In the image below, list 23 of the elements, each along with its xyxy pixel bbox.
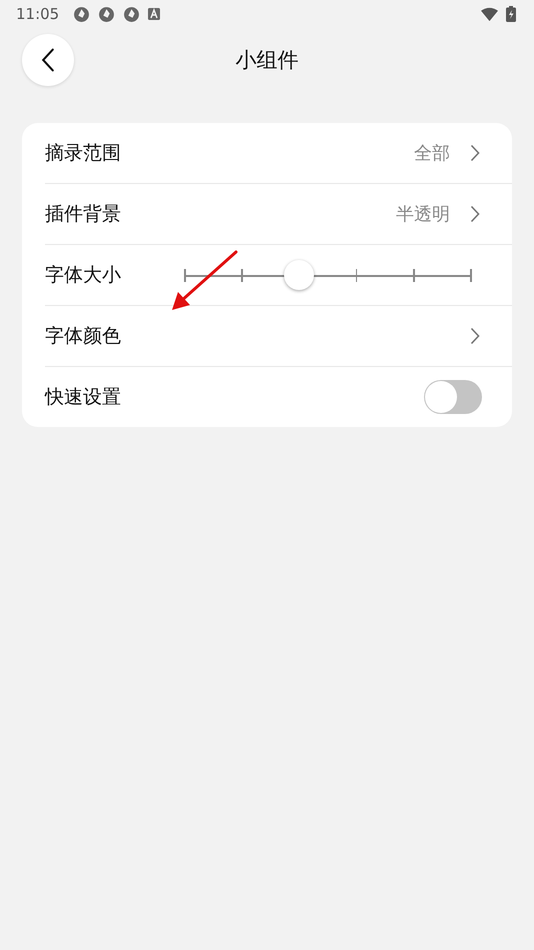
toggle-switch[interactable] <box>424 380 482 414</box>
setting-value: 全部 <box>414 142 450 165</box>
chevron-right-icon[interactable] <box>470 205 480 223</box>
back-icon <box>40 47 56 73</box>
slider-thumb[interactable] <box>284 260 314 290</box>
page-title: 小组件 <box>236 47 298 74</box>
font-size-slider[interactable] <box>185 260 471 290</box>
setting-label: 字体颜色 <box>45 324 121 349</box>
aperture-icon <box>98 6 116 22</box>
chevron-right-icon[interactable] <box>470 144 480 162</box>
setting-label: 字体大小 <box>45 263 121 288</box>
status-time: 11:05 <box>16 5 60 23</box>
setting-label: 摘录范围 <box>45 141 121 166</box>
back-button[interactable] <box>22 34 74 86</box>
setting-label: 快速设置 <box>45 385 121 410</box>
keyboard-icon <box>148 8 160 20</box>
aperture-icon <box>123 6 140 22</box>
chevron-right-icon[interactable] <box>470 327 480 345</box>
setting-value: 半透明 <box>396 203 450 226</box>
setting-label: 插件背景 <box>45 202 121 227</box>
aperture-icon <box>73 6 90 22</box>
wifi-icon <box>481 6 498 22</box>
battery-icon <box>506 6 516 22</box>
